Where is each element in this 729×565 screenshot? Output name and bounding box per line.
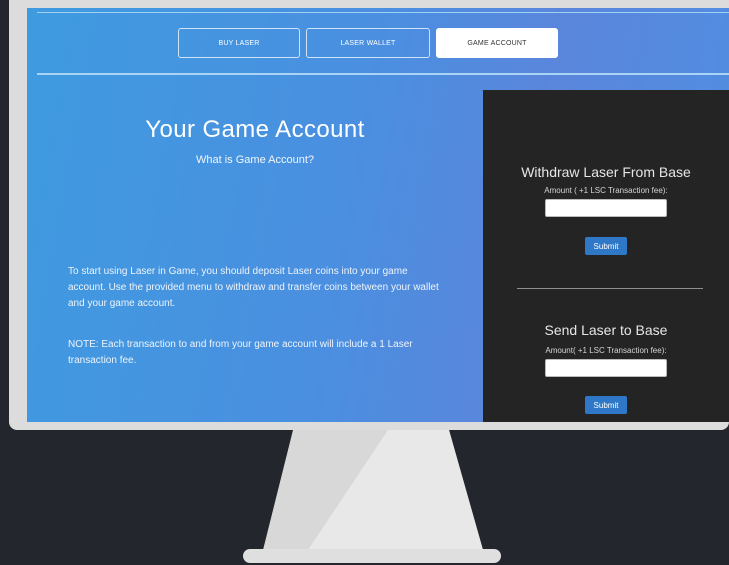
screen: BUY LASER LASER WALLET GAME ACCOUNT Your… <box>27 8 729 422</box>
transfer-panel: Withdraw Laser From Base Amount ( +1 LSC… <box>483 90 729 422</box>
tab-buy-laser[interactable]: BUY LASER <box>178 28 300 58</box>
top-border-line <box>37 12 729 13</box>
send-submit-button[interactable]: Submit <box>585 396 627 414</box>
withdraw-title: Withdraw Laser From Base <box>521 164 691 180</box>
nav-bar: BUY LASER LASER WALLET GAME ACCOUNT <box>27 28 729 60</box>
monitor-stand-neck <box>263 430 483 550</box>
send-amount-label: Amount( +1 LSC Transaction fee): <box>545 346 667 355</box>
withdraw-amount-label: Amount ( +1 LSC Transaction fee): <box>544 186 668 195</box>
page-title: Your Game Account <box>145 116 365 143</box>
tab-laser-wallet[interactable]: LASER WALLET <box>306 28 430 58</box>
withdraw-amount-input[interactable] <box>545 199 667 217</box>
intro-paragraph: To start using Laser in Game, you should… <box>68 266 439 309</box>
nav-divider <box>37 73 729 75</box>
monitor-stand-base <box>243 549 501 563</box>
monitor-frame: BUY LASER LASER WALLET GAME ACCOUNT Your… <box>9 0 729 430</box>
send-title: Send Laser to Base <box>544 322 668 338</box>
withdraw-submit-button[interactable]: Submit <box>585 237 627 255</box>
note-paragraph: NOTE: Each transaction to and from your … <box>68 339 413 366</box>
panel-separator <box>517 288 703 289</box>
page-subtitle: What is Game Account? <box>196 154 314 166</box>
send-amount-input[interactable] <box>545 359 667 377</box>
tab-game-account[interactable]: GAME ACCOUNT <box>436 28 558 58</box>
